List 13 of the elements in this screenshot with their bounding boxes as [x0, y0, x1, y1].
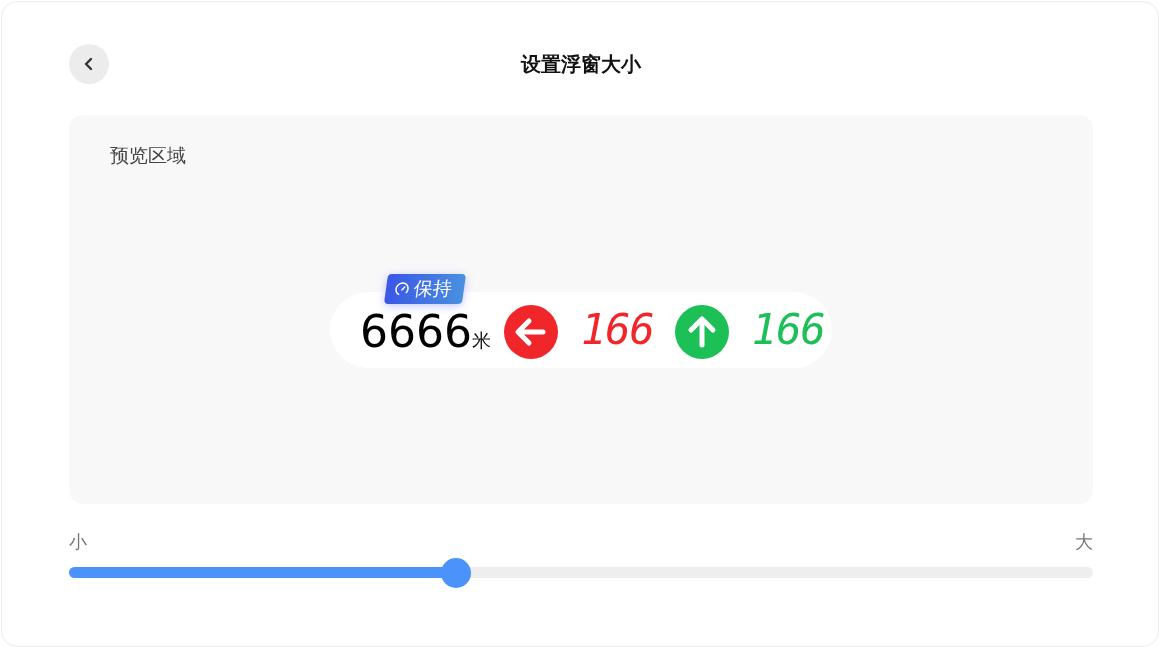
- max-label: 大: [1075, 530, 1093, 554]
- page-title: 设置浮窗大小: [521, 50, 641, 78]
- distance-unit: 米: [472, 328, 491, 353]
- back-button[interactable]: [69, 44, 109, 84]
- slider-track[interactable]: [69, 567, 1093, 578]
- gauge-icon: [392, 280, 412, 297]
- preview-label: 预览区域: [110, 143, 186, 168]
- status-badge: 保持: [383, 273, 467, 304]
- distance-value: 6666: [360, 309, 472, 354]
- countdown-value: 166: [581, 305, 654, 354]
- slider-handle[interactable]: [441, 557, 472, 588]
- min-label: 小: [69, 530, 87, 554]
- countdown-value: 166: [751, 305, 825, 354]
